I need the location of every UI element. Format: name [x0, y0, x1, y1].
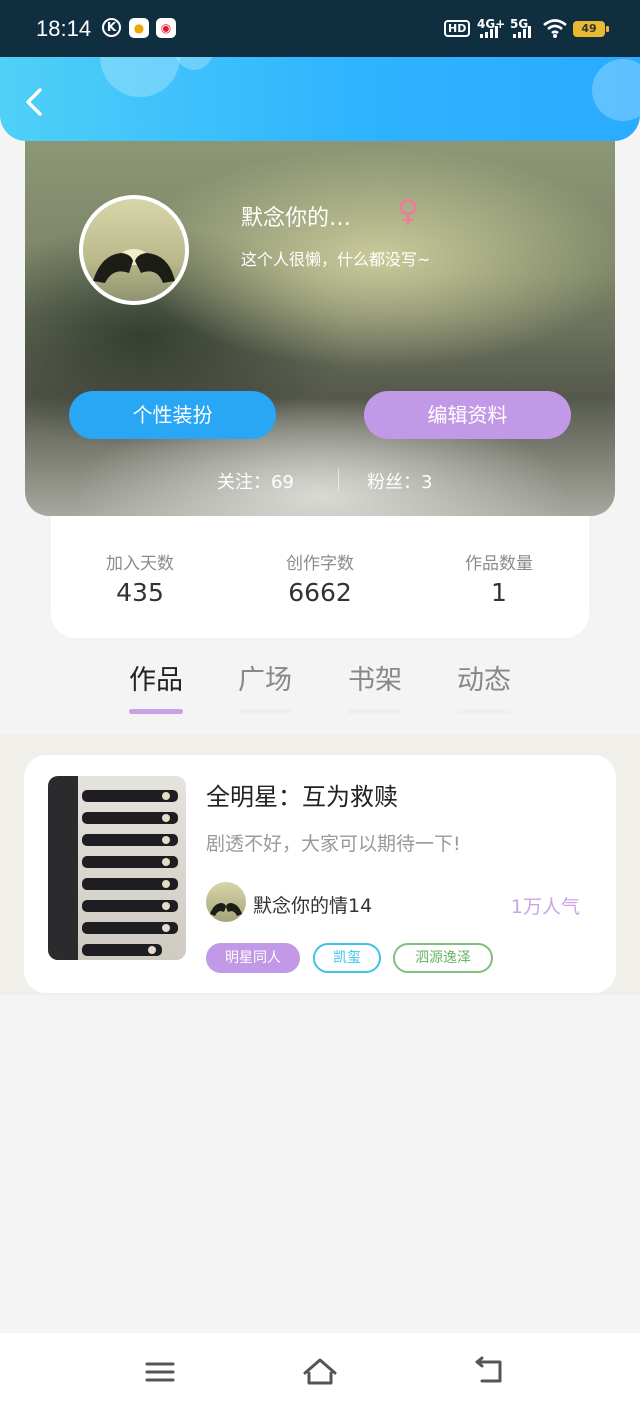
avatar[interactable]: [79, 195, 189, 305]
edit-profile-button[interactable]: 编辑资料: [364, 391, 571, 439]
tab-indicator: [457, 709, 511, 714]
stat-join-days: 加入天数 435: [70, 549, 210, 607]
username: 默念你的…: [241, 206, 352, 231]
following-count[interactable]: 关注：69: [217, 468, 294, 494]
battery-icon: 49: [573, 21, 609, 37]
user-bio: 这个人很懒，什么都没写~: [241, 250, 431, 269]
tab-indicator: [348, 709, 402, 714]
tab-square[interactable]: 广场: [225, 658, 305, 714]
cover-art: [48, 776, 178, 960]
status-time: 18:14: [36, 16, 92, 41]
work-cover-image[interactable]: [48, 776, 186, 960]
tab-bookshelf[interactable]: 书架: [335, 658, 415, 714]
message-app-icon: ●: [129, 18, 149, 38]
top-header: [0, 57, 640, 141]
popularity-count: 1万人气: [510, 896, 580, 918]
stat-word-count: 创作字数 6662: [250, 549, 390, 607]
tab-bar: 作品 广场 书架 动态: [0, 650, 640, 720]
female-gender-icon: ♀: [397, 194, 419, 229]
avatar-image: [93, 249, 175, 283]
tab-activity[interactable]: 动态: [444, 658, 524, 714]
stats-card: 加入天数 435 创作字数 6662 作品数量 1: [51, 515, 589, 638]
divider: [338, 468, 339, 490]
wifi-icon: [543, 19, 567, 38]
author-avatar[interactable]: [206, 882, 246, 922]
status-bar: 18:14 K ● ◉ HD 4G+ 5G 49: [0, 0, 640, 58]
author-avatar-image: [210, 903, 242, 916]
hd-icon: HD: [444, 20, 471, 37]
decor-bubble: [100, 57, 180, 97]
system-nav-bar: [0, 1333, 640, 1408]
signal-icon: [480, 26, 506, 38]
battery-level: 49: [581, 22, 597, 35]
work-title[interactable]: 全明星：互为救赎: [206, 777, 398, 812]
tab-label: 动态: [457, 665, 511, 696]
personalize-button[interactable]: 个性装扮: [69, 391, 276, 439]
work-description: 剧透不好，大家可以期待一下!: [206, 833, 461, 855]
profile-card: 默念你的… ♀ 这个人很懒，什么都没写~ 个性装扮 编辑资料 关注：69 粉丝：…: [25, 118, 615, 516]
tab-label: 广场: [238, 665, 292, 696]
stat-label: 作品数量: [465, 554, 533, 574]
tab-indicator: [129, 709, 183, 714]
fans-count[interactable]: 粉丝：3: [367, 468, 432, 494]
signal-icon: [513, 26, 539, 38]
back-icon[interactable]: [469, 1353, 509, 1389]
menu-icon[interactable]: [140, 1353, 180, 1389]
stat-value: 435: [116, 578, 164, 607]
tag-chip[interactable]: 明星同人: [206, 943, 300, 973]
tag-chip[interactable]: 凯玺: [313, 943, 381, 973]
weibo-icon: ◉: [156, 18, 176, 38]
home-icon[interactable]: [300, 1353, 340, 1389]
tab-label: 书架: [348, 665, 402, 696]
tag-chip[interactable]: 泗源逸泽: [393, 943, 493, 973]
stat-works-count: 作品数量 1: [429, 549, 569, 607]
decor-bubble: [175, 57, 213, 70]
decor-bubble: [592, 59, 640, 121]
k-icon: K: [102, 18, 121, 37]
tab-label: 作品: [129, 665, 183, 696]
stat-label: 加入天数: [106, 554, 174, 574]
author-name[interactable]: 默念你的情14: [253, 891, 372, 918]
work-card[interactable]: 全明星：互为救赎 剧透不好，大家可以期待一下! 默念你的情14 1万人气 明星同…: [24, 755, 616, 993]
tab-indicator: [238, 709, 292, 714]
stat-value: 6662: [288, 578, 352, 607]
stat-label: 创作字数: [286, 554, 354, 574]
tab-works[interactable]: 作品: [116, 658, 196, 714]
chevron-left-icon[interactable]: [18, 85, 52, 119]
stat-value: 1: [491, 578, 507, 607]
